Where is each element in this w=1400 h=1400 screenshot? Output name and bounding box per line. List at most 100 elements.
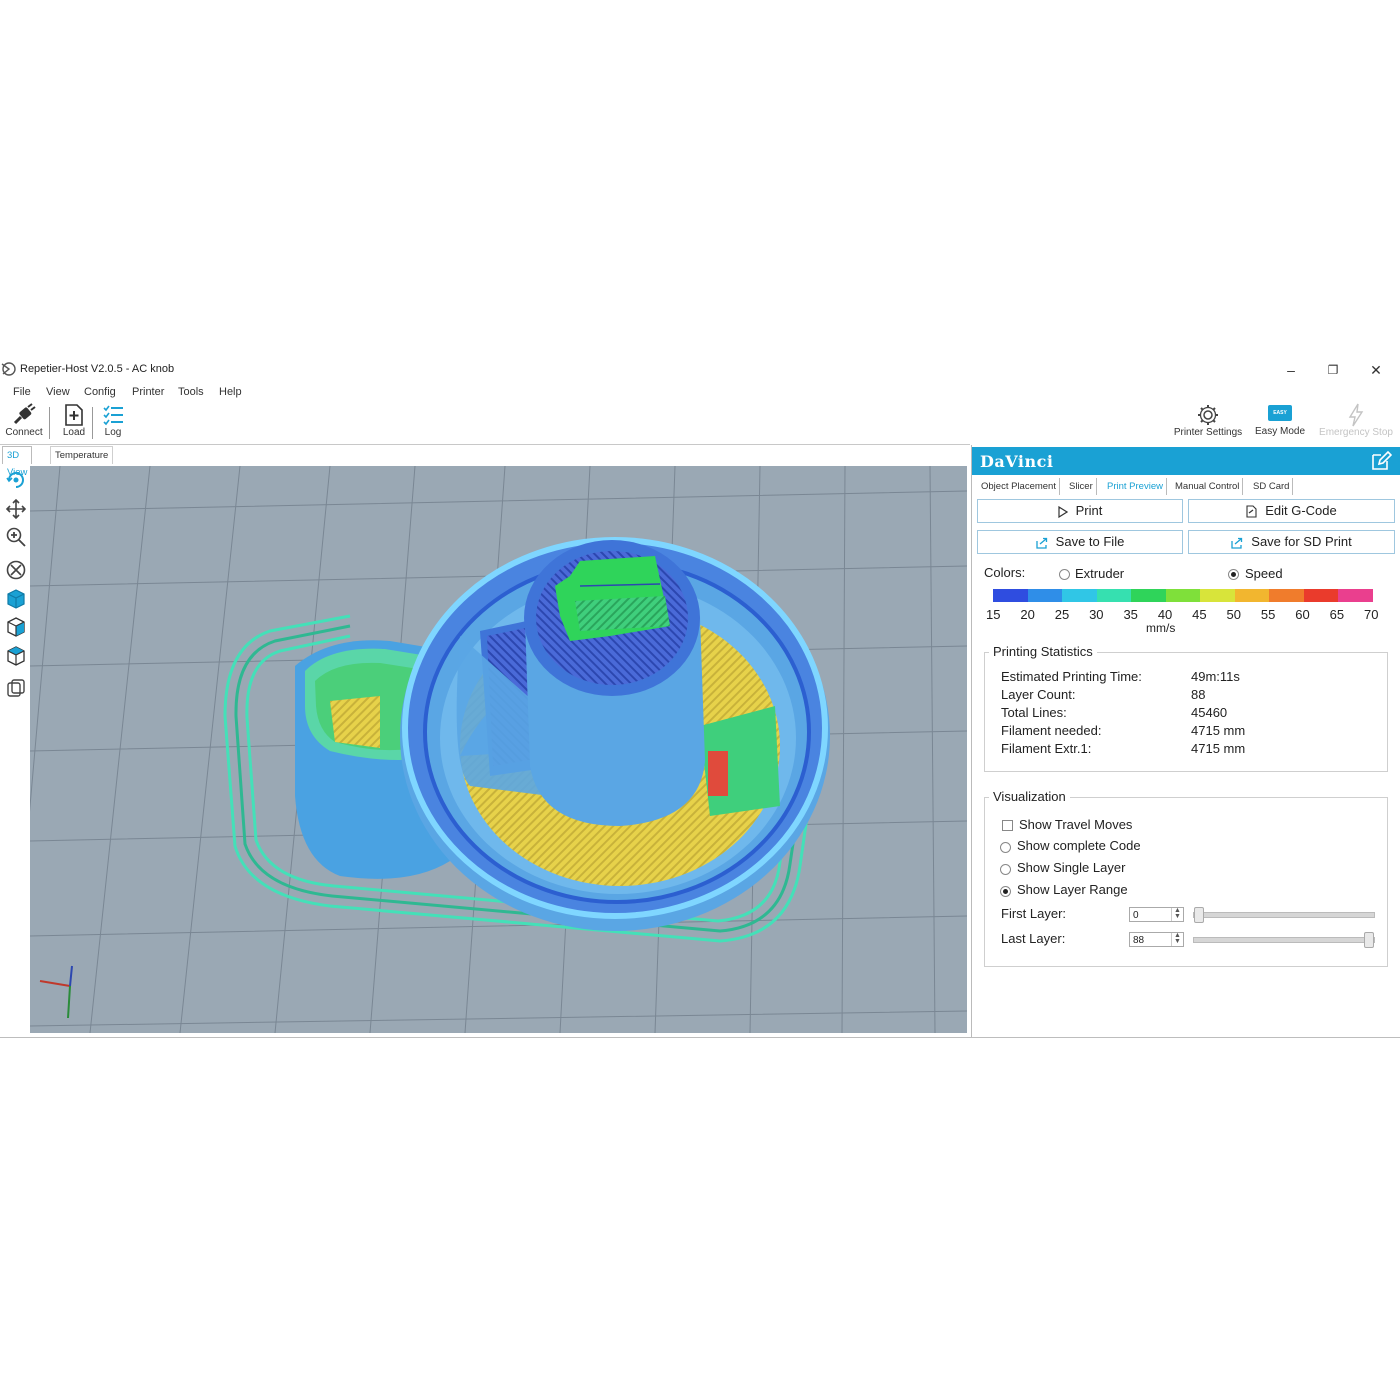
speed-color-swatch xyxy=(1338,589,1374,602)
menu-config[interactable]: Config xyxy=(84,386,116,398)
printer-name: DaVinci xyxy=(980,452,1054,471)
rotate-icon[interactable] xyxy=(5,469,27,491)
speed-color-swatch xyxy=(1027,589,1063,602)
last-layer-label: Last Layer: xyxy=(1001,931,1066,946)
tab-temperature-curve[interactable]: Temperature Curve xyxy=(50,446,114,478)
print-preview-render xyxy=(30,466,967,1033)
print-button[interactable]: Print xyxy=(977,499,1183,523)
tab-3d-view[interactable]: 3D View xyxy=(2,446,33,478)
first-layer-value: 0 xyxy=(1133,910,1139,921)
easy-mode-button[interactable]: EASY Easy Mode xyxy=(1250,403,1310,437)
front-view-icon[interactable] xyxy=(5,588,27,610)
show-travel-moves-checkbox[interactable] xyxy=(1002,820,1013,831)
edit-gcode-label: Edit G-Code xyxy=(1265,503,1337,518)
log-label: Log xyxy=(104,427,122,438)
tab-print-preview[interactable]: Print Preview xyxy=(1104,478,1167,495)
speed-option-label: Speed xyxy=(1245,566,1283,581)
speed-scale-tick: 50 xyxy=(1226,607,1241,622)
first-layer-slider[interactable] xyxy=(1193,907,1375,923)
menu-file[interactable]: File xyxy=(13,386,31,398)
knob-shaft xyxy=(524,540,705,826)
speed-scale-tick: 60 xyxy=(1295,607,1310,622)
tab-object-placement[interactable]: Object Placement xyxy=(978,478,1060,495)
log-button[interactable]: Log xyxy=(97,403,129,438)
edit-gcode-button[interactable]: Edit G-Code xyxy=(1188,499,1395,523)
top-view-icon[interactable] xyxy=(5,645,27,667)
connect-label: Connect xyxy=(5,427,43,438)
printing-statistics-title: Printing Statistics xyxy=(989,644,1097,659)
move-icon[interactable] xyxy=(5,498,27,520)
easy-mode-icon: EASY xyxy=(1268,405,1292,421)
statistic-value: 88 xyxy=(1191,687,1206,702)
visualization-group: Visualization Show Travel Moves Show com… xyxy=(984,789,1388,967)
speed-scale-tick: 15 xyxy=(986,607,1001,622)
speed-color-swatch xyxy=(1269,589,1304,602)
load-button[interactable]: Load xyxy=(56,403,92,438)
panel-tabs: Object Placement Slicer Print Preview Ma… xyxy=(976,478,1396,496)
speed-color-swatch xyxy=(993,589,1028,602)
title-bar: Repetier-Host V2.0.5 - AC knob – ❐ ✕ xyxy=(0,357,1400,383)
viewport-tools xyxy=(3,467,29,717)
toolbar-separator xyxy=(92,407,93,439)
menu-view[interactable]: View xyxy=(46,386,70,398)
maximize-button[interactable]: ❐ xyxy=(1313,359,1353,381)
first-layer-slider-handle[interactable] xyxy=(1194,907,1204,923)
save-for-sd-label: Save for SD Print xyxy=(1251,534,1352,549)
radio-show-single-layer[interactable] xyxy=(1000,864,1011,875)
save-to-file-button[interactable]: Save to File xyxy=(977,530,1183,554)
statistic-label: Filament Extr.1: xyxy=(1001,741,1092,756)
statistic-value: 4715 mm xyxy=(1191,723,1246,738)
speed-color-scale xyxy=(993,589,1374,602)
close-button[interactable]: ✕ xyxy=(1356,359,1396,381)
zoom-icon[interactable] xyxy=(5,526,27,548)
radio-show-complete-code[interactable] xyxy=(1000,842,1011,853)
show-layer-range-label: Show Layer Range xyxy=(1017,882,1128,897)
tab-manual-control[interactable]: Manual Control xyxy=(1172,478,1244,495)
speed-scale-ticks: 15 20 25 30 35 40 45 50 55 60 65 70 xyxy=(982,607,1384,623)
add-file-icon xyxy=(65,404,83,426)
save-for-sd-button[interactable]: Save for SD Print xyxy=(1188,530,1395,554)
speed-scale-tick: 25 xyxy=(1054,607,1070,622)
last-layer-slider[interactable] xyxy=(1193,932,1375,948)
statistic-label: Layer Count: xyxy=(1001,687,1076,702)
first-layer-spinner[interactable]: 0 ▲ ▼ xyxy=(1129,907,1184,922)
repetier-app-icon xyxy=(1,362,16,376)
speed-color-swatch xyxy=(1234,589,1270,602)
toggle-perspective-icon[interactable] xyxy=(5,677,27,699)
printer-panel: DaVinci Object Placement Slicer Print Pr… xyxy=(971,445,1400,1037)
list-icon xyxy=(103,405,123,426)
radio-speed[interactable] xyxy=(1228,569,1239,580)
menu-printer[interactable]: Printer xyxy=(132,386,164,398)
speed-scale-tick: 30 xyxy=(1089,607,1104,622)
radio-show-layer-range[interactable] xyxy=(1000,886,1011,897)
connect-button[interactable]: Connect xyxy=(2,403,46,438)
3d-viewport[interactable] xyxy=(30,466,967,1033)
speed-unit: mm/s xyxy=(1146,621,1176,635)
menu-help[interactable]: Help xyxy=(219,386,242,398)
radio-extruder[interactable] xyxy=(1059,569,1070,580)
speed-scale-tick: 70 xyxy=(1364,607,1379,622)
minimize-button[interactable]: – xyxy=(1271,359,1311,381)
printing-statistics-group: Printing Statistics Estimated Printing T… xyxy=(984,644,1388,772)
edit-printer-icon[interactable] xyxy=(1370,451,1392,471)
gear-icon xyxy=(1198,405,1218,425)
tab-slicer[interactable]: Slicer xyxy=(1066,478,1097,495)
play-icon xyxy=(1058,505,1068,518)
fit-view-icon[interactable] xyxy=(5,559,27,581)
emergency-stop-button[interactable]: Emergency Stop xyxy=(1313,403,1399,438)
printer-settings-button[interactable]: Printer Settings xyxy=(1168,403,1248,438)
toolbar-divider xyxy=(0,444,970,445)
last-layer-spinner[interactable]: 88 ▲ ▼ xyxy=(1129,932,1184,947)
tab-sd-card[interactable]: SD Card xyxy=(1250,478,1294,495)
spinner-arrows-icon[interactable]: ▲ ▼ xyxy=(1171,907,1183,921)
printer-settings-label: Printer Settings xyxy=(1173,427,1243,438)
menu-tools[interactable]: Tools xyxy=(178,386,204,398)
spinner-arrows-icon[interactable]: ▲ ▼ xyxy=(1171,932,1183,946)
speed-scale-tick: 45 xyxy=(1192,607,1207,622)
last-layer-slider-handle[interactable] xyxy=(1364,932,1374,948)
iso-view-icon[interactable] xyxy=(5,616,27,638)
speed-scale-tick: 35 xyxy=(1123,607,1138,622)
speed-color-swatch xyxy=(1200,589,1235,602)
visualization-title: Visualization xyxy=(989,789,1070,804)
speed-color-swatch xyxy=(1165,589,1201,602)
